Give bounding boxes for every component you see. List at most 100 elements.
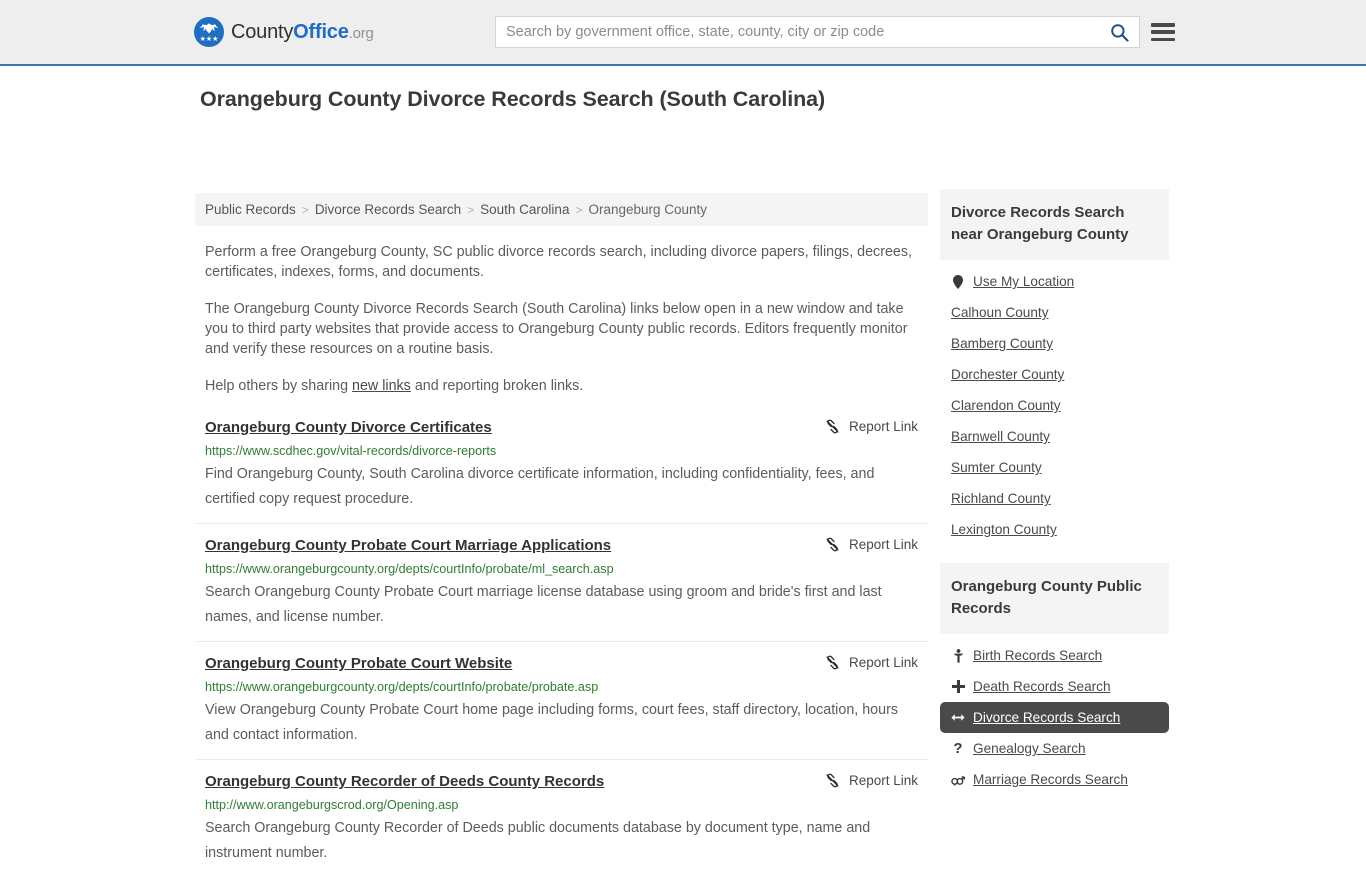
logo-wordmark: CountyOffice.org xyxy=(231,21,374,44)
result-title-link[interactable]: Orangeburg County Divorce Certificates xyxy=(205,418,492,438)
sidebar-item-label: Death Records Search xyxy=(973,679,1111,694)
sidebar-item-barnwell-county[interactable]: Barnwell County xyxy=(940,421,1169,452)
sidebar-heading-nearby: Divorce Records Search near Orangeburg C… xyxy=(940,189,1169,260)
result-description: Find Orangeburg County, South Carolina d… xyxy=(205,466,875,507)
result-item: Orangeburg County Divorce Certificates R… xyxy=(195,418,928,524)
sidebar-item-dorchester-county[interactable]: Dorchester County xyxy=(940,359,1169,390)
breadcrumb-item-south-carolina[interactable]: South Carolina xyxy=(480,202,569,217)
broken-link-icon xyxy=(826,419,839,434)
result-url[interactable]: http://www.orangeburgscrod.org/Opening.a… xyxy=(205,797,918,813)
breadcrumb-item-orangeburg-county: Orangeburg County xyxy=(588,202,708,217)
search-button[interactable] xyxy=(1099,17,1139,47)
report-link-button[interactable]: Report Link xyxy=(825,655,918,670)
sidebar-item-label: Bamberg County xyxy=(951,336,1054,351)
search-bar xyxy=(495,16,1140,48)
sidebar-card-public-records: Orangeburg County Public Records Birth R… xyxy=(940,563,1169,795)
search-icon xyxy=(1110,23,1129,42)
result-header: Orangeburg County Probate Court Marriage… xyxy=(205,536,918,556)
result-title-link[interactable]: Orangeburg County Recorder of Deeds Coun… xyxy=(205,772,604,792)
breadcrumb-separator: > xyxy=(301,202,309,217)
hamburger-bar-1 xyxy=(1151,23,1175,27)
stars-icon: ★★★ xyxy=(199,36,219,43)
sidebar-item-label: Dorchester County xyxy=(951,367,1065,382)
sidebar-item-marriage-records-search[interactable]: Marriage Records Search xyxy=(940,764,1169,795)
result-description: Search Orangeburg County Probate Court m… xyxy=(205,584,882,625)
broken-link-icon xyxy=(826,655,839,670)
sidebar-item-label: Calhoun County xyxy=(951,305,1049,320)
sidebar-card-nearby: Divorce Records Search near Orangeburg C… xyxy=(940,189,1169,545)
broken-link-icon xyxy=(826,773,839,788)
result-description: Search Orangeburg County Recorder of Dee… xyxy=(205,820,871,861)
sidebar-heading-public-records: Orangeburg County Public Records xyxy=(940,563,1169,634)
sidebar-item-calhoun-county[interactable]: Calhoun County xyxy=(940,297,1169,328)
main-content: Public Records > Divorce Records Search … xyxy=(195,193,928,889)
intro-paragraph-2: The Orangeburg County Divorce Records Se… xyxy=(205,301,908,357)
report-link-label: Report Link xyxy=(848,655,918,670)
sidebar-item-genealogy-search[interactable]: ? Genealogy Search xyxy=(940,733,1169,764)
hamburger-menu-icon[interactable] xyxy=(1151,23,1175,41)
sidebar-item-clarendon-county[interactable]: Clarendon County xyxy=(940,390,1169,421)
sidebar-item-label: Barnwell County xyxy=(951,429,1050,444)
breadcrumb: Public Records > Divorce Records Search … xyxy=(195,193,928,226)
breadcrumb-separator: > xyxy=(467,202,475,217)
sidebar-item-use-my-location[interactable]: Use My Location xyxy=(940,266,1169,297)
sidebar-item-birth-records-search[interactable]: Birth Records Search xyxy=(940,640,1169,671)
sidebar-item-bamberg-county[interactable]: Bamberg County xyxy=(940,328,1169,359)
logo-text-county: County xyxy=(231,20,294,43)
eagle-icon xyxy=(199,23,219,34)
intro-paragraph-3: Help others by sharing new links and rep… xyxy=(205,376,918,396)
sidebar-item-label: Divorce Records Search xyxy=(973,710,1121,725)
report-link-label: Report Link xyxy=(848,419,918,434)
gender-symbols-icon xyxy=(951,773,965,786)
page-title: Orangeburg County Divorce Records Search… xyxy=(200,87,826,111)
countyoffice-logo-icon: ★★★ xyxy=(194,17,224,47)
sidebar-item-label: Use My Location xyxy=(973,274,1075,289)
sidebar: Divorce Records Search near Orangeburg C… xyxy=(940,189,1169,813)
result-url[interactable]: https://www.orangeburgcounty.org/depts/c… xyxy=(205,679,918,695)
result-title-link[interactable]: Orangeburg County Probate Court Website xyxy=(205,654,512,674)
search-input[interactable] xyxy=(496,17,1099,47)
sidebar-item-death-records-search[interactable]: Death Records Search xyxy=(940,671,1169,702)
breadcrumb-item-divorce-records-search[interactable]: Divorce Records Search xyxy=(315,202,461,217)
intro-paragraph-1: Perform a free Orangeburg County, SC pub… xyxy=(205,244,912,280)
report-link-button[interactable]: Report Link xyxy=(825,537,918,552)
result-header: Orangeburg County Probate Court Website … xyxy=(205,654,918,674)
report-link-button[interactable]: Report Link xyxy=(825,419,918,434)
intro-p3-after: and reporting broken links. xyxy=(410,378,584,394)
breadcrumb-item-public-records[interactable]: Public Records xyxy=(205,202,296,217)
sidebar-item-label: Marriage Records Search xyxy=(973,772,1128,787)
result-item: Orangeburg County Probate Court Website … xyxy=(195,654,928,760)
result-url[interactable]: https://www.scdhec.gov/vital-records/div… xyxy=(205,443,918,459)
intro-text: Perform a free Orangeburg County, SC pub… xyxy=(195,242,928,396)
left-right-arrow-icon xyxy=(951,712,965,723)
results-list: Orangeburg County Divorce Certificates R… xyxy=(195,418,928,877)
breadcrumb-separator: > xyxy=(575,202,583,217)
intro-p3-before: Help others by sharing xyxy=(205,378,353,394)
result-description: View Orangeburg County Probate Court hom… xyxy=(205,702,898,743)
page-body: Orangeburg County Divorce Records Search… xyxy=(0,66,1366,861)
hamburger-bar-3 xyxy=(1151,37,1175,41)
report-link-label: Report Link xyxy=(848,773,918,788)
result-title-link[interactable]: Orangeburg County Probate Court Marriage… xyxy=(205,536,611,556)
sidebar-item-lexington-county[interactable]: Lexington County xyxy=(940,514,1169,545)
sidebar-item-label: Lexington County xyxy=(951,522,1057,537)
question-mark-icon: ? xyxy=(953,739,963,757)
site-logo[interactable]: ★★★ CountyOffice.org xyxy=(194,17,374,47)
baby-icon xyxy=(951,648,965,663)
sidebar-list-nearby: Use My Location Calhoun County Bamberg C… xyxy=(940,260,1169,545)
new-links-link[interactable]: new links xyxy=(352,378,411,394)
logo-text-org: .org xyxy=(348,24,374,42)
site-header: ★★★ CountyOffice.org xyxy=(0,0,1366,66)
sidebar-item-divorce-records-search[interactable]: Divorce Records Search xyxy=(940,702,1169,733)
logo-text-office: Office xyxy=(293,20,349,43)
sidebar-item-label: Genealogy Search xyxy=(973,741,1086,756)
sidebar-item-label: Richland County xyxy=(951,491,1051,506)
report-link-label: Report Link xyxy=(848,537,918,552)
cross-icon xyxy=(951,680,965,693)
sidebar-item-sumter-county[interactable]: Sumter County xyxy=(940,452,1169,483)
report-link-button[interactable]: Report Link xyxy=(825,773,918,788)
sidebar-item-richland-county[interactable]: Richland County xyxy=(940,483,1169,514)
sidebar-item-label: Sumter County xyxy=(951,460,1042,475)
sidebar-item-label: Clarendon County xyxy=(951,398,1061,413)
result-url[interactable]: https://www.orangeburgcounty.org/depts/c… xyxy=(205,561,918,577)
